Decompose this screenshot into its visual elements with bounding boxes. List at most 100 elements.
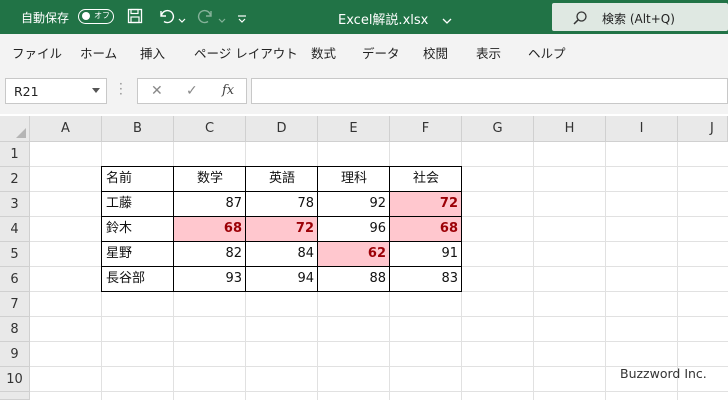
cell-b4[interactable]: 鈴木 (102, 217, 174, 242)
tab-view[interactable]: 表示 (476, 43, 501, 62)
column-header-i[interactable]: I (606, 116, 678, 142)
cell-d2[interactable]: 英語 (246, 167, 318, 192)
cell-f6[interactable]: 83 (390, 267, 462, 292)
gridline (30, 316, 728, 317)
column-header-e[interactable]: E (318, 116, 390, 142)
row-header-4[interactable]: 4 (0, 217, 30, 242)
name-box-value: R21 (14, 84, 39, 99)
column-header-a[interactable]: A (30, 116, 102, 142)
enter-icon[interactable]: ✓ (186, 83, 198, 99)
table-border (101, 166, 102, 292)
cell-c6[interactable]: 93 (174, 267, 246, 292)
column-header-j[interactable]: J (678, 116, 728, 142)
cell-c2[interactable]: 数学 (174, 167, 246, 192)
redo-icon[interactable] (197, 8, 215, 28)
toggle-knob (82, 12, 90, 20)
tab-help[interactable]: ヘルプ (528, 43, 566, 62)
column-header-g[interactable]: G (462, 116, 534, 142)
column-header-f[interactable]: F (390, 116, 462, 142)
cell-e5[interactable]: 62 (318, 242, 390, 267)
cell-f5[interactable]: 91 (390, 242, 462, 267)
select-all-icon (16, 128, 26, 138)
select-all-button[interactable] (0, 116, 30, 142)
table-border (461, 166, 462, 292)
cell-c3[interactable]: 87 (174, 192, 246, 217)
cell-b2[interactable]: 名前 (102, 167, 174, 192)
undo-dropdown-icon[interactable] (178, 10, 186, 29)
cell-e4[interactable]: 96 (318, 217, 390, 242)
gridline (533, 142, 534, 400)
gridline (677, 142, 678, 400)
table-border (245, 166, 246, 292)
cell-d3[interactable]: 78 (246, 192, 318, 217)
worksheet-grid[interactable]: A B C D E F G H I J 1 2 3 4 5 6 7 8 9 10… (0, 116, 728, 400)
tab-page-layout[interactable]: ページ レイアウト (194, 43, 298, 62)
tab-data[interactable]: データ (362, 43, 400, 62)
row-header-11[interactable] (0, 392, 30, 400)
table-border (389, 166, 390, 292)
name-box-dropdown-icon[interactable] (92, 88, 100, 93)
cell-f3[interactable]: 72 (390, 192, 462, 217)
row-header-2[interactable]: 2 (0, 167, 30, 192)
column-header-h[interactable]: H (534, 116, 606, 142)
cell-b3[interactable]: 工藤 (102, 192, 174, 217)
undo-icon[interactable] (157, 8, 175, 28)
row-header-7[interactable]: 7 (0, 292, 30, 317)
tab-insert[interactable]: 挿入 (140, 43, 165, 62)
customize-toolbar-icon[interactable] (236, 10, 248, 29)
autosave-label: 自動保存 (21, 11, 70, 25)
row-header-5[interactable]: 5 (0, 242, 30, 267)
cell-c4[interactable]: 68 (174, 217, 246, 242)
column-header-c[interactable]: C (174, 116, 246, 142)
row-header-1[interactable]: 1 (0, 142, 30, 167)
table-border (101, 291, 462, 292)
gridline (30, 391, 728, 392)
cell-b5[interactable]: 星野 (102, 242, 174, 267)
title-bar: 自動保存 オフ Excel解説.xlsx 検索 (Alt+Q) (0, 0, 728, 34)
watermark: Buzzword Inc. (620, 366, 707, 381)
tab-formulas[interactable]: 数式 (311, 43, 336, 62)
tab-review[interactable]: 校閲 (423, 43, 448, 62)
row-header-3[interactable]: 3 (0, 192, 30, 217)
search-label: 検索 (Alt+Q) (602, 12, 675, 26)
cell-d5[interactable]: 84 (246, 242, 318, 267)
gridline (30, 341, 728, 342)
table-border (101, 166, 462, 167)
save-icon[interactable] (127, 8, 143, 28)
cell-c5[interactable]: 82 (174, 242, 246, 267)
search-box[interactable]: 検索 (Alt+Q) (552, 3, 728, 31)
cell-d6[interactable]: 94 (246, 267, 318, 292)
cell-e3[interactable]: 92 (318, 192, 390, 217)
tab-home[interactable]: ホーム (80, 43, 117, 62)
table-border (173, 166, 174, 292)
row-header-10[interactable]: 10 (0, 367, 30, 392)
more-options-icon[interactable]: · · · (119, 78, 123, 100)
row-header-6[interactable]: 6 (0, 267, 30, 292)
cell-f2[interactable]: 社会 (390, 167, 462, 192)
column-header-b[interactable]: B (102, 116, 174, 142)
formula-buttons: ✕ ✓ fx (137, 78, 247, 104)
filename-dropdown-icon[interactable] (442, 11, 452, 30)
table-border (101, 191, 462, 192)
autosave-toggle[interactable]: オフ (78, 9, 114, 24)
tab-file[interactable]: ファイル (12, 43, 62, 62)
formula-bar-area: R21 · · · ✕ ✓ fx (0, 68, 728, 114)
row-header-8[interactable]: 8 (0, 317, 30, 342)
cell-e2[interactable]: 理科 (318, 167, 390, 192)
row-header-9[interactable]: 9 (0, 342, 30, 367)
cell-f4[interactable]: 68 (390, 217, 462, 242)
search-icon (573, 11, 587, 25)
cell-b6[interactable]: 長谷部 (102, 267, 174, 292)
gridline (605, 142, 606, 400)
insert-function-icon[interactable]: fx (222, 83, 234, 98)
file-name[interactable]: Excel解説.xlsx (338, 9, 428, 28)
cancel-icon[interactable]: ✕ (151, 83, 163, 99)
table-border (317, 166, 318, 292)
cell-d4[interactable]: 72 (246, 217, 318, 242)
redo-dropdown-icon[interactable] (218, 10, 226, 29)
cell-e6[interactable]: 88 (318, 267, 390, 292)
formula-input[interactable] (251, 78, 728, 104)
column-header-d[interactable]: D (246, 116, 318, 142)
name-box[interactable]: R21 (5, 78, 107, 104)
table-border (101, 216, 462, 217)
